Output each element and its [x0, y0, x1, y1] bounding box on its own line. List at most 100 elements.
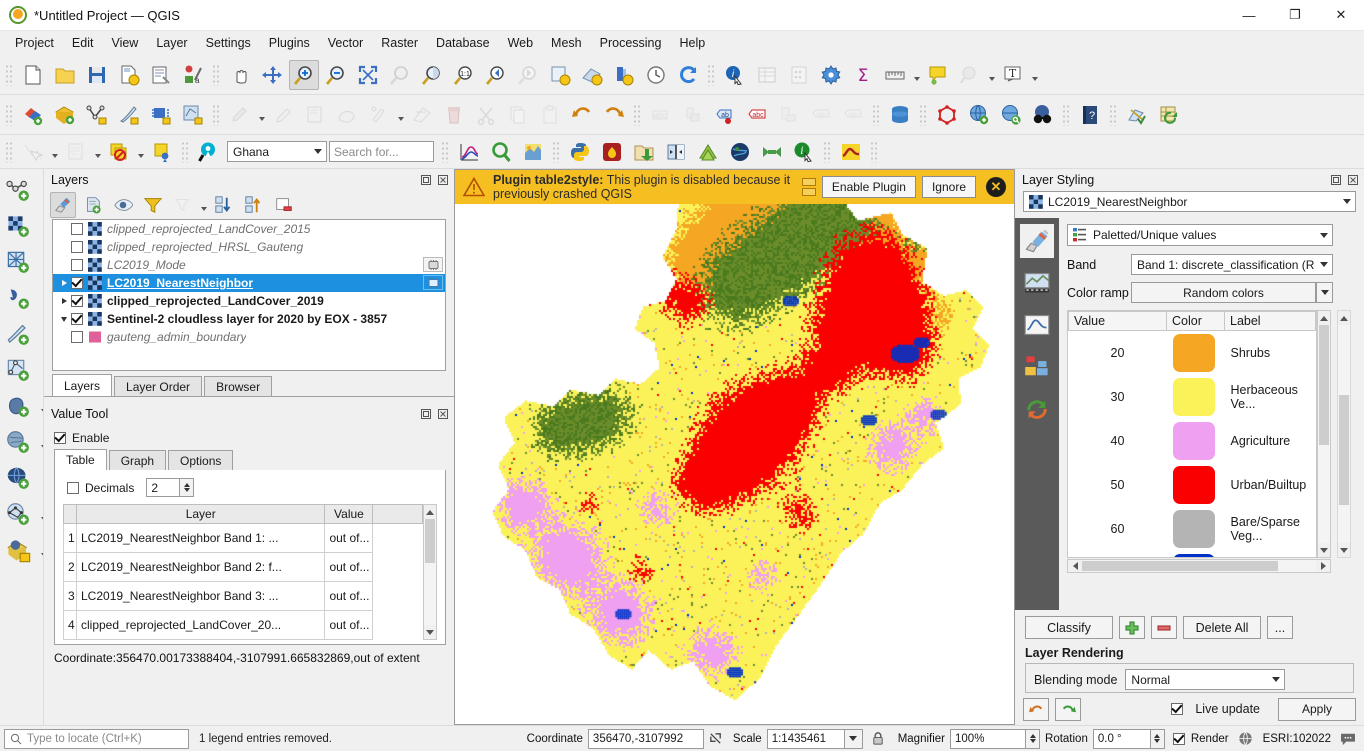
redo-icon[interactable] — [599, 100, 629, 130]
style-manager-icon[interactable]: a — [178, 60, 208, 90]
class-table-vscrollbar[interactable] — [1317, 310, 1331, 558]
scroll-up-icon[interactable] — [424, 505, 436, 519]
decimals-input[interactable]: 2 — [146, 478, 181, 497]
class-row[interactable]: 20 Shrubs — [1069, 331, 1316, 375]
scroll-right-icon[interactable] — [1316, 560, 1330, 572]
color-swatch[interactable] — [1172, 421, 1215, 460]
processing-toolbox-icon[interactable] — [816, 60, 846, 90]
menu-plugins[interactable]: Plugins — [260, 33, 319, 53]
color-ramp-dropdown-icon[interactable] — [1316, 282, 1333, 303]
expand-all-icon[interactable] — [211, 192, 237, 218]
modify-attributes-icon[interactable] — [364, 100, 394, 130]
toolbar-handle[interactable] — [707, 63, 716, 86]
scroll-left-icon[interactable] — [1068, 560, 1082, 572]
toolbar-handle[interactable] — [5, 140, 14, 163]
color-swatch[interactable] — [1172, 333, 1215, 372]
python-console-icon[interactable] — [565, 137, 595, 167]
zoom-full-icon[interactable] — [353, 60, 383, 90]
chevron-down-icon[interactable] — [309, 149, 326, 154]
layer-row-landcover-2015[interactable]: clipped_reprojected_LandCover_2015 — [53, 220, 445, 238]
layer-visibility-checkbox[interactable] — [71, 331, 83, 343]
color-swatch[interactable] — [1172, 377, 1215, 416]
add-mesh-layer-icon[interactable] — [2, 246, 36, 280]
qgis-server-icon[interactable] — [996, 100, 1026, 130]
show-hide-labels-icon[interactable]: ab — [710, 100, 740, 130]
tab-table[interactable]: Table — [54, 449, 107, 470]
symbology-icon[interactable] — [1020, 224, 1054, 258]
menu-web[interactable]: Web — [499, 33, 542, 53]
undo-icon[interactable] — [1023, 697, 1049, 721]
georeferencer-icon[interactable] — [1122, 100, 1152, 130]
qgis-resource-sharing-icon[interactable] — [518, 137, 548, 167]
delete-all-button[interactable]: Delete All — [1183, 616, 1261, 639]
crs-globe-icon[interactable] — [1234, 731, 1258, 746]
labels-dropdown-icon[interactable] — [986, 60, 997, 90]
layer-memory-chip-icon[interactable] — [423, 275, 443, 290]
rendering-icon[interactable] — [1020, 350, 1054, 384]
layer-row-sentinel2-cloudless[interactable]: Sentinel-2 cloudless layer for 2020 by E… — [53, 310, 445, 328]
scale-input[interactable]: 1:1435461 — [766, 728, 845, 749]
filter-legend-icon[interactable] — [140, 192, 166, 218]
add-vector-tile-icon[interactable] — [178, 100, 208, 130]
nominatim-search-icon[interactable] — [194, 137, 224, 167]
scroll-down-icon[interactable] — [424, 625, 436, 639]
scroll-down-icon[interactable] — [1318, 543, 1330, 557]
plot-icon[interactable] — [454, 137, 484, 167]
place-search-combo[interactable]: Ghana — [227, 141, 327, 162]
temporal-controller-icon[interactable] — [641, 60, 671, 90]
select-by-value-icon[interactable] — [61, 137, 91, 167]
layer-row-hrsl-gauteng[interactable]: clipped_reprojected_HRSL_Gauteng — [53, 238, 445, 256]
show-map-tips-icon[interactable] — [923, 60, 953, 90]
toolbar-handle[interactable] — [1062, 103, 1071, 126]
add-mesh-layer-icon[interactable] — [82, 100, 112, 130]
band-combo[interactable]: Band 1: discrete_classification (Red) — [1131, 254, 1333, 275]
refresh-icon[interactable] — [673, 60, 703, 90]
undo-redo-icon[interactable] — [1020, 392, 1054, 426]
menu-help[interactable]: Help — [670, 33, 714, 53]
layer-visibility-checkbox[interactable] — [71, 295, 83, 307]
add-raster-layer-icon[interactable] — [2, 210, 36, 244]
add-postgis-layer-icon[interactable] — [2, 390, 36, 424]
add-spatialite-layer-icon[interactable] — [2, 426, 36, 460]
menu-view[interactable]: View — [102, 33, 147, 53]
layer-row-landcover-2019[interactable]: clipped_reprojected_LandCover_2019 — [53, 292, 445, 310]
messages-icon[interactable] — [1336, 732, 1360, 746]
open-layer-styling-icon[interactable] — [50, 192, 76, 218]
select-dropdown-icon[interactable] — [49, 137, 60, 167]
layer-visibility-checkbox[interactable] — [71, 313, 83, 325]
osm-place-search-icon[interactable] — [1028, 100, 1058, 130]
rotation-stepper[interactable] — [1150, 728, 1165, 749]
save-project-icon[interactable] — [82, 60, 112, 90]
class-row[interactable]: 80 Permanent wat — [1069, 551, 1316, 557]
new-print-layout-icon[interactable] — [146, 60, 176, 90]
add-wfs-layer-icon[interactable] — [2, 498, 36, 532]
select-features-icon[interactable] — [18, 137, 48, 167]
value-tool-icon[interactable]: i — [789, 137, 819, 167]
vertex-tool-icon[interactable] — [407, 100, 437, 130]
menu-layer[interactable]: Layer — [147, 33, 196, 53]
minimize-button[interactable]: — — [1226, 0, 1272, 31]
float-panel-icon[interactable] — [1329, 173, 1343, 187]
render-checkbox[interactable] — [1172, 732, 1185, 745]
measure-dropdown-icon[interactable] — [911, 60, 922, 90]
class-row[interactable]: 50 Urban/Builtup — [1069, 463, 1316, 507]
database-manager-icon[interactable] — [885, 100, 915, 130]
menu-database[interactable]: Database — [427, 33, 499, 53]
chevron-down-icon[interactable] — [1267, 677, 1284, 682]
toolbar-handle[interactable] — [872, 103, 881, 126]
refresh-extent-icon[interactable] — [545, 60, 575, 90]
geometry-checker-icon[interactable] — [932, 100, 962, 130]
paste-features-icon[interactable] — [535, 100, 565, 130]
coordinate-input[interactable]: 356470,-3107992 — [587, 728, 704, 749]
redo-icon[interactable] — [1055, 697, 1081, 721]
save-project-as-icon[interactable] — [114, 60, 144, 90]
magnifier-stepper[interactable] — [1026, 728, 1041, 749]
class-table[interactable]: Value Color Label 20 Shrubs 30 Herbaceou… — [1068, 311, 1316, 557]
chevron-down-icon[interactable] — [1338, 199, 1355, 204]
enable-checkbox[interactable] — [54, 432, 66, 444]
open-data-file-icon[interactable] — [629, 137, 659, 167]
new-project-icon[interactable] — [18, 60, 48, 90]
annotation-dropdown-icon[interactable] — [1029, 60, 1040, 90]
class-table-hscrollbar[interactable] — [1067, 559, 1331, 573]
edits-dropdown-icon[interactable] — [256, 100, 267, 130]
